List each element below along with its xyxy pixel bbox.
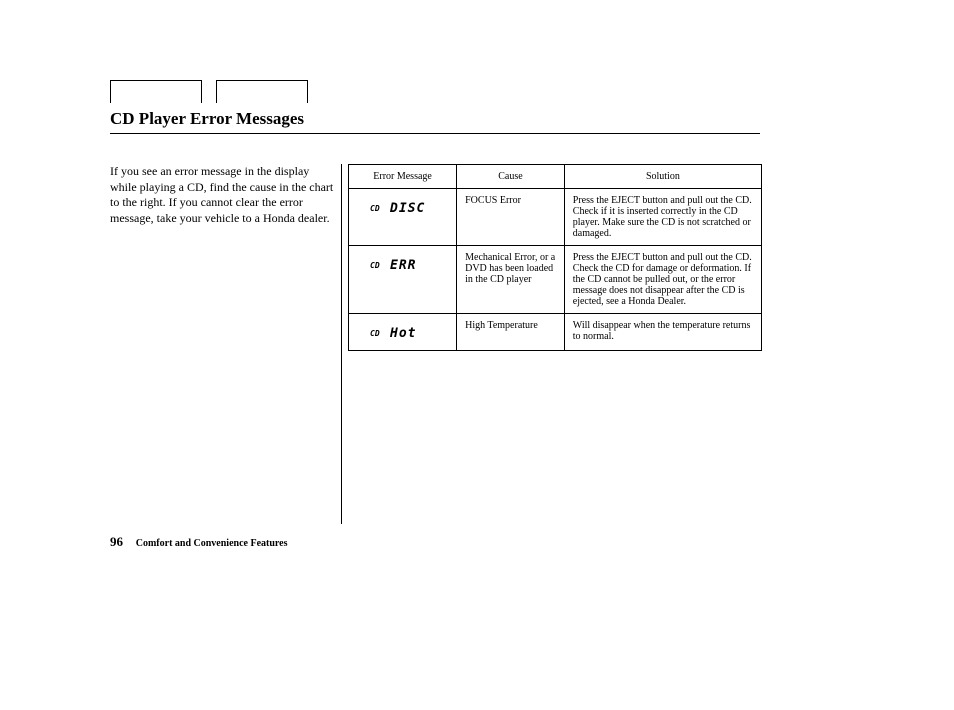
error-display-cell: CD ERR: [349, 246, 457, 314]
solution-cell: Will disappear when the temperature retu…: [564, 314, 761, 351]
section-name: Comfort and Convenience Features: [136, 538, 288, 549]
table-column: Error Message Cause Solution CD DISC: [341, 164, 762, 524]
table-header-row: Error Message Cause Solution: [349, 165, 762, 189]
solution-cell: Press the EJECT button and pull out the …: [564, 246, 761, 314]
manual-page: CD Player Error Messages If you see an e…: [0, 0, 954, 710]
table-row: CD Hot High Temperature Will disappear w…: [349, 314, 762, 351]
svg-text:ERR: ERR: [390, 258, 416, 272]
page-title: CD Player Error Messages: [110, 107, 760, 134]
page-number: 96: [110, 534, 123, 549]
error-display-cell: CD Hot: [349, 314, 457, 351]
table-row: CD ERR Mechanical Error, or a DVD has be…: [349, 246, 762, 314]
svg-text:DISC: DISC: [389, 201, 425, 215]
svg-text:CD: CD: [370, 204, 380, 213]
content-row: If you see an error message in the displ…: [110, 164, 894, 524]
cause-cell: Mechanical Error, or a DVD has been load…: [457, 246, 565, 314]
header-cause: Cause: [457, 165, 565, 189]
solution-cell: Press the EJECT button and pull out the …: [564, 189, 761, 246]
svg-text:CD: CD: [370, 261, 380, 270]
table-row: CD DISC FOCUS Error Press the EJECT butt…: [349, 189, 762, 246]
error-display-cell: CD DISC: [349, 189, 457, 246]
header-error: Error Message: [349, 165, 457, 189]
page-footer: 96 Comfort and Convenience Features: [110, 534, 288, 550]
cd-err-error-icon: CD ERR: [368, 256, 438, 272]
svg-text:CD: CD: [370, 329, 380, 338]
header-solution: Solution: [564, 165, 761, 189]
error-table: Error Message Cause Solution CD DISC: [348, 164, 762, 351]
tab-box-1: [110, 80, 202, 103]
header-tabs: [110, 80, 894, 103]
intro-text: If you see an error message in the displ…: [110, 164, 341, 226]
tab-box-2: [216, 80, 308, 103]
cd-disc-error-icon: CD DISC: [368, 199, 438, 215]
cause-cell: High Temperature: [457, 314, 565, 351]
cause-cell: FOCUS Error: [457, 189, 565, 246]
cd-hot-error-icon: CD Hot: [368, 324, 438, 340]
svg-text:Hot: Hot: [389, 326, 416, 340]
